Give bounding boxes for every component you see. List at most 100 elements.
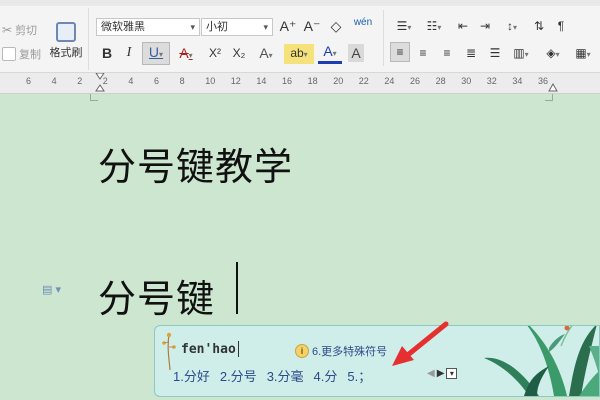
align-right-icon: ≡	[443, 46, 451, 60]
candidate-2[interactable]: 2.分号	[220, 366, 257, 385]
next-page-icon[interactable]: ▶	[437, 368, 445, 379]
ribbon-top-strip	[0, 0, 600, 6]
paint-bucket-icon: ◈	[546, 46, 556, 60]
expand-candidates-icon[interactable]: ▾	[446, 368, 458, 379]
horizontal-ruler[interactable]: 6 4 2 2 4 6 8 10 12 14 16 18 20 22 24 26 28 30 32 34 36	[0, 73, 600, 94]
distribute-button[interactable]: ☰	[486, 44, 504, 62]
text-effects-label: A	[259, 45, 269, 61]
prev-page-icon[interactable]: ◀	[427, 368, 435, 379]
column-icon: ▥	[513, 46, 525, 60]
align-left-button[interactable]: ≡	[390, 42, 410, 62]
composition-cursor	[238, 341, 239, 357]
justify-button[interactable]: ≣	[462, 44, 480, 62]
candidate-5[interactable]: 5.；	[347, 366, 371, 385]
candidate-3[interactable]: 3.分毫	[267, 366, 304, 385]
numbered-list-button[interactable]: ☷▾	[422, 17, 446, 37]
font-color-label: A	[323, 43, 333, 59]
eraser-icon: ◇	[330, 18, 342, 34]
candidate-pager: ◀ ▶ ▾	[427, 368, 458, 379]
increase-indent-button[interactable]: ⇥	[476, 17, 494, 35]
justify-icon: ≣	[465, 46, 477, 60]
ruler-tick-label: 2	[77, 76, 83, 86]
sort-icon: ⇅	[533, 19, 545, 33]
clear-format-button[interactable]: ◇	[326, 17, 346, 35]
align-left-icon: ≡	[396, 45, 404, 59]
indent-marker-icon[interactable]	[95, 73, 105, 93]
ruler-tick-label: 36	[538, 76, 549, 86]
right-indent-marker-icon[interactable]	[548, 83, 558, 93]
candidate-1[interactable]: 1.分好	[173, 366, 210, 385]
ruler-tick-label: 34	[512, 76, 523, 86]
copy-label: 复制	[19, 49, 41, 61]
ruler-tick-label: 20	[333, 76, 344, 86]
chevron-down-icon: ▾	[555, 50, 560, 59]
numbered-list-icon: ☷	[426, 19, 438, 33]
candidate-list: 1.分好 2.分号 3.分毫 4.分 5.；	[173, 366, 371, 385]
cut-button[interactable]: ✂ 剪切	[2, 22, 37, 38]
margin-corner-mark	[90, 100, 98, 101]
borders-button[interactable]: ▦▾	[570, 44, 596, 64]
ruler-tick-label: 24	[384, 76, 395, 86]
show-marks-button[interactable]: ¶	[552, 17, 570, 35]
chevron-down-icon: ▾	[268, 51, 273, 60]
bold-button[interactable]: B	[98, 44, 116, 62]
chevron-down-icon: ▾	[437, 23, 442, 32]
scissors-icon: ✂	[2, 23, 13, 37]
align-center-button[interactable]: ≡	[414, 44, 432, 62]
ruler-tick-label: 6	[154, 76, 160, 86]
shrink-font-button[interactable]: A⁻	[302, 17, 322, 35]
more-symbols-link[interactable]: i 6.更多特殊符号	[295, 343, 387, 359]
highlight-button[interactable]: ab▾	[284, 44, 314, 64]
paragraph-handle-icon[interactable]: ▤ ▾	[42, 283, 61, 296]
format-painter-label: 格式刷	[49, 47, 83, 59]
ruler-tick-label: 26	[410, 76, 421, 86]
text-cursor	[236, 262, 238, 314]
text-effects-button[interactable]: A▾	[254, 44, 278, 65]
format-painter-button[interactable]: 格式刷	[48, 22, 84, 60]
ribbon-toolbar: ✂ 剪切 复制 格式刷 微软雅黑 ▾ 小初 ▾ A⁺ A⁻ ◇ wén B I …	[0, 0, 600, 73]
ruler-tick-label: 32	[486, 76, 497, 86]
phonetic-guide-button[interactable]: wén	[350, 14, 376, 32]
candidate-4[interactable]: 4.分	[314, 366, 338, 385]
strikethrough-button[interactable]: A▾	[174, 44, 198, 65]
flower-sprig-icon	[162, 332, 176, 370]
ruler-tick-label: 4	[51, 76, 57, 86]
document-line: 分号键	[98, 277, 216, 321]
margin-corner-mark	[545, 100, 553, 101]
ruler-tick-label: 8	[179, 76, 185, 86]
leaf-decoration	[484, 326, 599, 396]
decrease-indent-button[interactable]: ⇤	[454, 17, 472, 35]
sort-button[interactable]: ⇅	[530, 17, 548, 35]
align-center-icon: ≡	[419, 46, 427, 60]
font-size-select[interactable]: 小初 ▾	[201, 18, 273, 36]
ruler-tick-label: 16	[282, 76, 293, 86]
copy-button[interactable]: 复制	[2, 46, 41, 62]
bullet-list-icon: ☰	[396, 19, 408, 33]
chevron-down-icon: ▾	[407, 23, 412, 32]
font-name-select[interactable]: 微软雅黑 ▾	[96, 18, 200, 36]
chevron-down-icon: ▾	[524, 50, 529, 59]
subscript-button[interactable]: X₂	[228, 44, 250, 62]
font-color-button[interactable]: A▾	[318, 44, 342, 64]
underline-button[interactable]: U▾	[142, 42, 170, 65]
cut-label: 剪切	[15, 25, 38, 37]
indent-icon: ⇥	[479, 19, 491, 33]
column-width-button[interactable]: ▥▾	[508, 44, 534, 64]
pinyin-composition: fen'hao	[181, 342, 236, 357]
format-painter-icon	[56, 22, 76, 42]
document-heading: 分号键教学	[98, 145, 294, 189]
chevron-down-icon: ▾	[303, 50, 308, 59]
character-shading-button[interactable]: A	[348, 44, 364, 62]
ruler-tick-label: 4	[128, 76, 134, 86]
italic-button[interactable]: I	[120, 44, 138, 62]
line-spacing-button[interactable]: ↕▾	[500, 17, 524, 37]
superscript-button[interactable]: X²	[204, 44, 226, 62]
grow-font-button[interactable]: A⁺	[278, 17, 298, 35]
info-icon: i	[295, 344, 309, 358]
border-icon: ▦	[575, 46, 587, 60]
shading-button[interactable]: ◈▾	[540, 44, 566, 64]
copy-icon	[2, 47, 16, 61]
strikethrough-label: A	[179, 45, 189, 61]
align-right-button[interactable]: ≡	[438, 44, 456, 62]
bullet-list-button[interactable]: ☰▾	[392, 17, 416, 37]
